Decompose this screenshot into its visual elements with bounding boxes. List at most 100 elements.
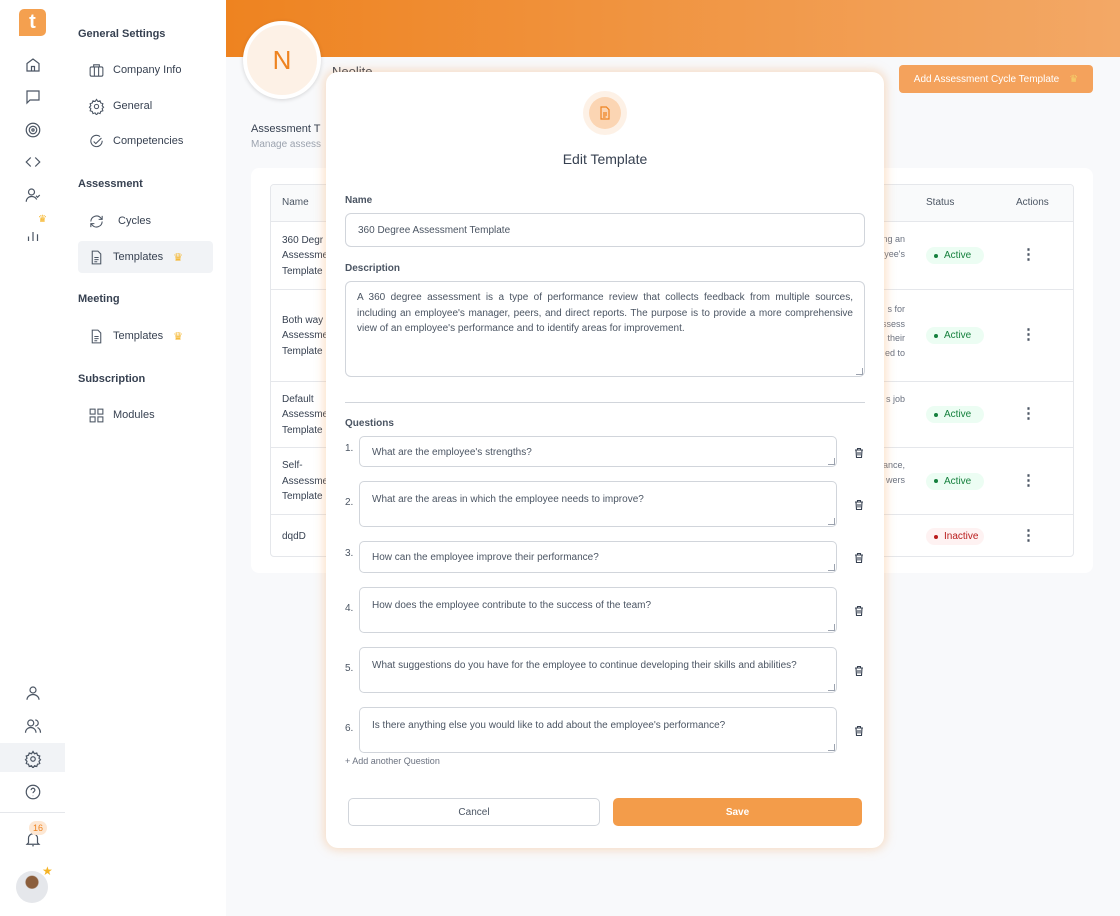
name-line: Self- (282, 460, 303, 472)
more-actions-icon[interactable]: ⋮ (1021, 247, 1036, 262)
description-label: Description (345, 263, 401, 274)
description-line: their (887, 333, 905, 343)
bar-chart-icon[interactable] (22, 224, 44, 246)
description-line: ng an (882, 234, 905, 244)
code-icon[interactable] (22, 151, 44, 173)
button-label: Add Assessment Cycle Template (913, 73, 1060, 85)
nav-heading: General Settings (78, 28, 166, 40)
notification-badge: 16 (29, 821, 47, 835)
name-input[interactable]: 360 Degree Assessment Template (345, 213, 865, 247)
question-input[interactable]: How can the employee improve their perfo… (359, 541, 837, 573)
gear-icon[interactable] (22, 748, 44, 770)
template-description: s job (886, 392, 905, 407)
resize-handle[interactable] (828, 564, 835, 571)
description-line: s job (885, 394, 905, 404)
page-title: Assessment T (251, 123, 321, 135)
trash-icon[interactable] (853, 724, 865, 737)
crown-icon: ♛ (1069, 73, 1079, 85)
save-button[interactable]: Save (613, 798, 862, 826)
user-check-icon[interactable] (22, 184, 44, 206)
name-line: Assessme (282, 409, 329, 421)
resize-handle[interactable] (828, 624, 835, 631)
cancel-button[interactable]: Cancel (348, 798, 600, 826)
description-line: ssess (881, 318, 905, 329)
question-input[interactable]: What are the areas in which the employee… (359, 481, 837, 527)
nav-item-cycles[interactable]: Cycles (78, 205, 213, 237)
briefcase-icon (89, 63, 104, 77)
name-line: Template (282, 424, 323, 436)
crown-icon: ♛ (173, 330, 184, 343)
nav-item-company-info[interactable]: Company Info (78, 54, 213, 86)
question-text: Is there anything else you would like to… (372, 720, 726, 731)
name-line: 360 Degr (282, 234, 324, 246)
resize-handle[interactable] (828, 518, 835, 525)
question-number: 1. (345, 443, 354, 454)
nav-item-label: Company Info (113, 64, 182, 76)
question-number: 4. (345, 603, 354, 614)
header-banner (226, 0, 1120, 57)
template-name: dqdD (282, 529, 306, 545)
more-actions-icon[interactable]: ⋮ (1021, 327, 1036, 342)
trash-icon[interactable] (853, 604, 865, 617)
add-question-link[interactable]: + Add another Question (345, 756, 440, 766)
name-label: Name (345, 195, 373, 206)
template-name: Default Assessme Template (282, 392, 328, 439)
description-text: A 360 degree assessment is a type of per… (357, 292, 853, 334)
resize-handle[interactable] (828, 684, 835, 691)
nav-item-label: General (113, 100, 153, 112)
question-number: 5. (345, 663, 354, 674)
more-actions-icon[interactable]: ⋮ (1021, 528, 1036, 543)
nav-item-assessment-templates[interactable]: Templates ♛ (78, 241, 213, 273)
template-name: Both way Assessme Template (282, 313, 328, 360)
question-input[interactable]: How does the employee contribute to the … (359, 587, 837, 633)
add-assessment-cycle-template-button[interactable]: Add Assessment Cycle Template ♛ (899, 65, 1093, 93)
nav-heading: Assessment (78, 178, 143, 190)
resize-handle[interactable] (828, 458, 835, 465)
modal-title: Edit Template (562, 151, 648, 167)
column-name: Name (282, 197, 309, 208)
status-text: Active (944, 409, 972, 420)
trash-icon[interactable] (853, 551, 865, 564)
question-input[interactable]: Is there anything else you would like to… (359, 707, 837, 753)
question-number: 2. (345, 497, 354, 508)
chat-icon[interactable] (22, 86, 44, 108)
nav-item-label: Templates (113, 330, 164, 342)
question-input[interactable]: What are the employee's strengths? (359, 436, 837, 467)
description-line: wers (885, 474, 905, 485)
document-icon (91, 329, 102, 343)
template-description: ng an yee's (882, 232, 905, 261)
status-text: Active (944, 475, 972, 487)
trash-icon[interactable] (853, 446, 865, 458)
description-line: ance, (882, 460, 905, 470)
divider (345, 402, 865, 403)
trash-icon[interactable] (853, 664, 865, 677)
name-line: Template (282, 265, 323, 277)
template-name: 360 Degr Assessme Template (282, 233, 328, 280)
question-text: How does the employee contribute to the … (372, 600, 652, 611)
app-logo[interactable]: t (19, 9, 46, 36)
nav-item-competencies[interactable]: Competencies (78, 125, 213, 157)
description-textarea[interactable]: A 360 degree assessment is a type of per… (345, 281, 865, 377)
more-actions-icon[interactable]: ⋮ (1021, 406, 1036, 421)
name-line: Default (282, 393, 314, 405)
more-actions-icon[interactable]: ⋮ (1021, 473, 1036, 488)
question-input[interactable]: What suggestions do you have for the emp… (359, 647, 837, 693)
nav-item-general[interactable]: General (78, 90, 213, 122)
users-icon[interactable] (22, 715, 44, 737)
resize-handle[interactable] (856, 368, 863, 375)
target-icon[interactable] (22, 119, 44, 141)
home-icon[interactable] (22, 54, 44, 76)
nav-item-meeting-templates[interactable]: Templates ♛ (78, 320, 213, 352)
template-name: Self- Assessme Template (282, 458, 328, 505)
description-line: ed to (884, 347, 905, 358)
trash-icon[interactable] (853, 498, 865, 511)
nav-item-label: Modules (113, 409, 155, 421)
help-icon[interactable] (22, 781, 44, 803)
user-icon[interactable] (22, 682, 44, 704)
crown-icon: ♛ (173, 251, 184, 264)
document-icon (91, 250, 102, 264)
question-text: What are the areas in which the employee… (372, 494, 644, 505)
status-badge: Active (926, 247, 984, 264)
nav-item-modules[interactable]: Modules (78, 399, 213, 431)
resize-handle[interactable] (828, 744, 835, 751)
